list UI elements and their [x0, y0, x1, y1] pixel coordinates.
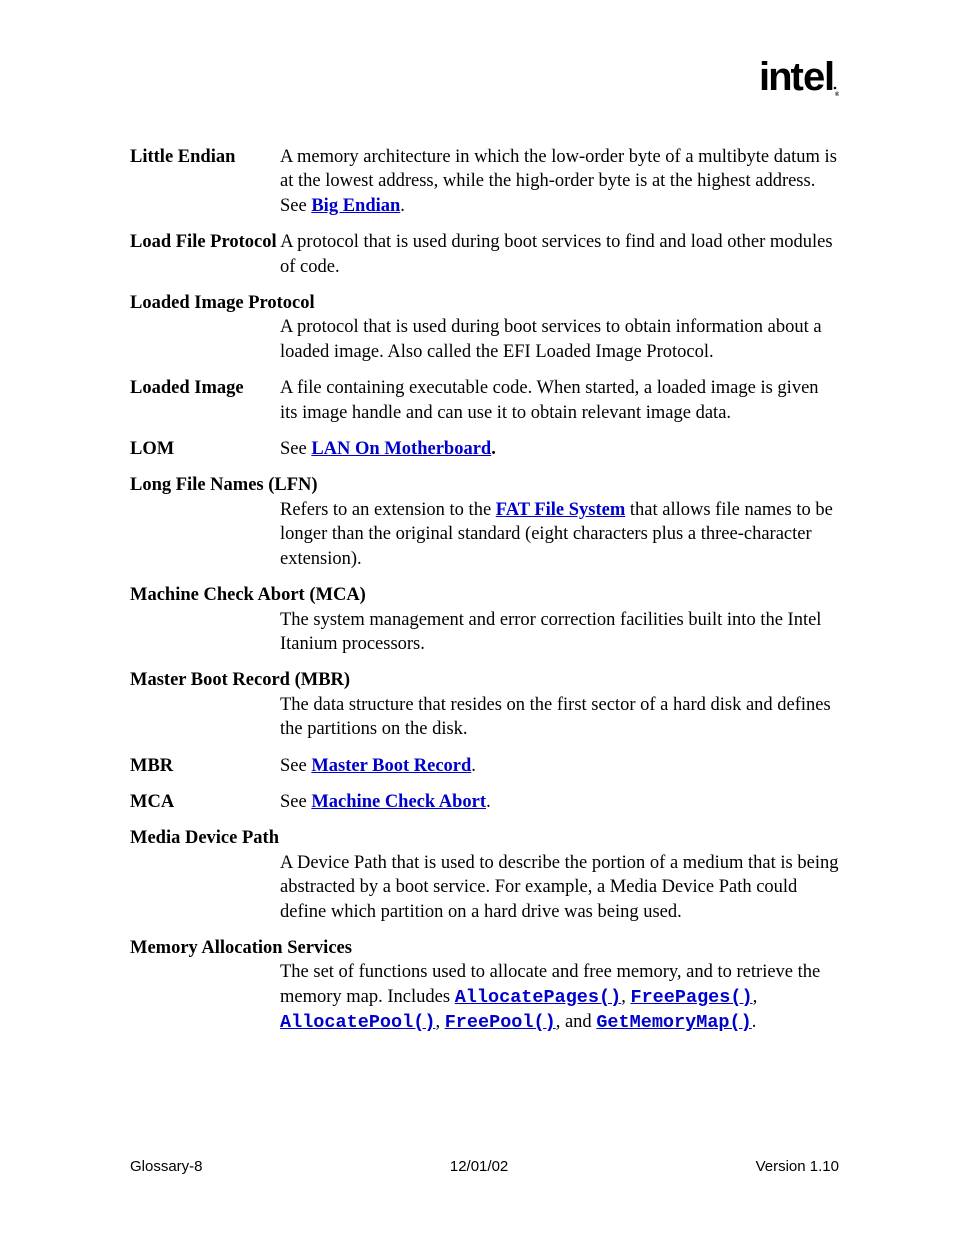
- definition: A Device Path that is used to describe t…: [280, 851, 839, 924]
- def-text: See: [280, 792, 311, 812]
- sep: .: [752, 1012, 757, 1032]
- term: LOM: [130, 437, 280, 461]
- def-text: .: [486, 792, 491, 812]
- link-getmemorymap[interactable]: GetMemoryMap(): [596, 1012, 751, 1033]
- term: Machine Check Abort (MCA): [130, 583, 839, 607]
- entry-mbr: MBR See Master Boot Record.: [130, 754, 839, 778]
- term: Master Boot Record (MBR): [130, 668, 839, 692]
- definition: A memory architecture in which the low-o…: [280, 145, 839, 218]
- entry-lom: LOM See LAN On Motherboard.: [130, 437, 839, 461]
- glossary-content: Little Endian A memory architecture in w…: [130, 145, 839, 1036]
- link-allocatepool[interactable]: AllocatePool(): [280, 1012, 435, 1033]
- link-lan-on-motherboard[interactable]: LAN On Motherboard: [311, 439, 491, 459]
- entry-machine-check-abort: Machine Check Abort (MCA) The system man…: [130, 583, 839, 656]
- def-text: A protocol that is used during boot serv…: [280, 232, 832, 252]
- entry-load-file-protocol: Load File Protocol A protocol that is us…: [130, 230, 839, 279]
- link-big-endian[interactable]: Big Endian: [311, 196, 400, 216]
- entry-loaded-image: Loaded Image A file containing executabl…: [130, 376, 839, 425]
- term: MCA: [130, 790, 280, 814]
- definition: Refers to an extension to the FAT File S…: [280, 498, 839, 571]
- def-text: .: [400, 196, 405, 216]
- intel-logo: int e l ®: [759, 58, 839, 105]
- term: Memory Allocation Services: [130, 936, 839, 960]
- term: Little Endian: [130, 145, 280, 169]
- definition: See Machine Check Abort.: [280, 790, 839, 814]
- link-fat-file-system[interactable]: FAT File System: [496, 500, 625, 520]
- def-text: See: [280, 756, 311, 776]
- link-freepool[interactable]: FreePool(): [445, 1012, 556, 1033]
- definition: See Master Boot Record.: [280, 754, 839, 778]
- footer-left: Glossary-8: [130, 1158, 203, 1175]
- def-text: See: [280, 439, 311, 459]
- entry-mca: MCA See Machine Check Abort.: [130, 790, 839, 814]
- link-machine-check-abort[interactable]: Machine Check Abort: [311, 792, 486, 812]
- sep: ,: [753, 987, 758, 1007]
- term: Load File Protocol: [130, 232, 277, 252]
- term: MBR: [130, 754, 280, 778]
- page-footer: Glossary-8 12/01/02 Version 1.10: [130, 1158, 839, 1175]
- intel-logo-svg: int e l ®: [759, 58, 839, 98]
- svg-text:l: l: [824, 58, 833, 98]
- term: Media Device Path: [130, 826, 839, 850]
- definition: The set of functions used to allocate an…: [280, 960, 839, 1035]
- sep: , and: [556, 1012, 597, 1032]
- def-text: Refers to an extension to the: [280, 500, 496, 520]
- entry-long-file-names: Long File Names (LFN) Refers to an exten…: [130, 473, 839, 571]
- definition: A file containing executable code. When …: [280, 376, 839, 425]
- definition: The system management and error correcti…: [280, 608, 839, 657]
- entry-memory-allocation-services: Memory Allocation Services The set of fu…: [130, 936, 839, 1036]
- entry-master-boot-record: Master Boot Record (MBR) The data struct…: [130, 668, 839, 741]
- term: Loaded Image: [130, 376, 280, 400]
- definition: A protocol that is used during boot serv…: [280, 315, 839, 364]
- term: Long File Names (LFN): [130, 473, 839, 497]
- def-text: .: [491, 439, 496, 459]
- svg-text:®: ®: [835, 91, 839, 98]
- definition: The data structure that resides on the f…: [280, 693, 839, 742]
- entry-loaded-image-protocol: Loaded Image Protocol A protocol that is…: [130, 291, 839, 364]
- entry-little-endian: Little Endian A memory architecture in w…: [130, 145, 839, 218]
- document-page: int e l ® Little Endian A memory archite…: [0, 0, 954, 1235]
- def-cont: of code.: [280, 255, 839, 279]
- footer-center: 12/01/02: [450, 1158, 508, 1175]
- term: Loaded Image Protocol: [130, 291, 839, 315]
- def-text: .: [471, 756, 476, 776]
- entry-media-device-path: Media Device Path A Device Path that is …: [130, 826, 839, 924]
- link-allocatepages[interactable]: AllocatePages(): [455, 987, 622, 1008]
- definition: See LAN On Motherboard.: [280, 437, 839, 461]
- footer-right: Version 1.10: [756, 1158, 839, 1175]
- svg-text:e: e: [803, 58, 824, 98]
- link-freepages[interactable]: FreePages(): [630, 987, 752, 1008]
- link-master-boot-record[interactable]: Master Boot Record: [311, 756, 471, 776]
- svg-text:int: int: [759, 58, 804, 98]
- sep: ,: [435, 1012, 444, 1032]
